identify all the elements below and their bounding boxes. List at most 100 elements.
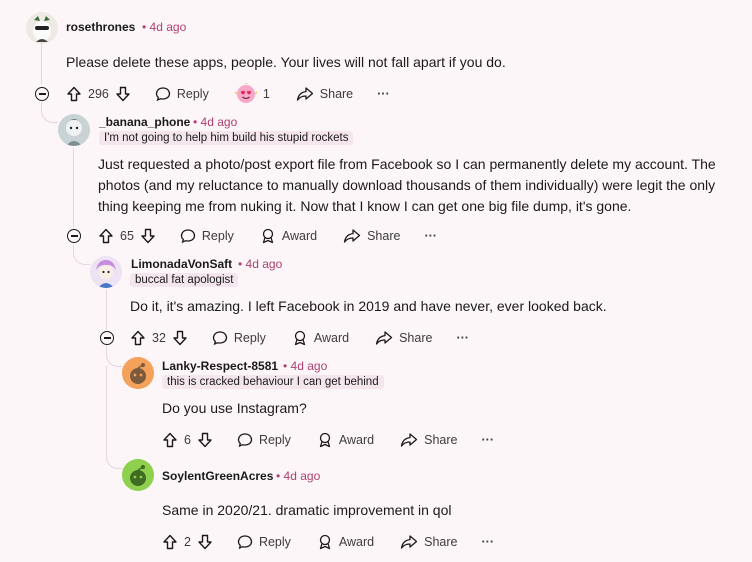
- share-button[interactable]: Share: [296, 86, 353, 102]
- comment-author[interactable]: rosethrones: [66, 20, 135, 34]
- avatar[interactable]: [122, 459, 154, 491]
- reply-label: Reply: [258, 535, 291, 549]
- award-label: Award: [281, 229, 318, 243]
- comment-actions: 32 Reply Award Share ···: [130, 327, 469, 349]
- thread-connector: [73, 244, 90, 265]
- award-button[interactable]: Award: [260, 228, 317, 244]
- collapse-button[interactable]: [100, 331, 114, 345]
- thread-connector: [41, 102, 58, 123]
- share-label: Share: [399, 331, 433, 345]
- share-label: Share: [367, 229, 401, 243]
- reply-button[interactable]: Reply: [237, 534, 291, 550]
- share-button[interactable]: Share: [400, 432, 458, 448]
- reply-icon: [237, 433, 253, 448]
- share-label: Share: [424, 433, 458, 447]
- share-icon: [375, 331, 393, 345]
- comment-actions: 6 Reply Award Share ···: [162, 429, 494, 451]
- share-icon: [343, 229, 361, 243]
- downvote-icon[interactable]: [197, 432, 213, 448]
- comment-author[interactable]: SoylentGreenAcres: [162, 469, 273, 483]
- comment-body: Please delete these apps, people. Your l…: [66, 54, 506, 70]
- share-button[interactable]: Share: [343, 228, 400, 244]
- avatar[interactable]: [26, 12, 58, 44]
- user-flair: I'm not going to help him build his stup…: [99, 131, 354, 145]
- comment-author[interactable]: _banana_phone: [99, 115, 190, 129]
- reply-label: Reply: [176, 87, 209, 101]
- more-options-icon[interactable]: ···: [482, 535, 495, 549]
- upvote-icon[interactable]: [66, 86, 82, 102]
- comment-body: Just requested a photo/post export file …: [98, 156, 716, 214]
- heart-eyes-award-icon: [234, 83, 257, 103]
- share-label: Share: [424, 535, 458, 549]
- award-icon: [262, 228, 274, 244]
- reply-button[interactable]: Reply: [155, 86, 209, 102]
- vote-count: 65: [120, 229, 134, 243]
- vote-group: 65: [98, 228, 156, 244]
- share-button[interactable]: Share: [375, 330, 432, 346]
- downvote-icon[interactable]: [172, 330, 188, 346]
- thread-line: [73, 148, 74, 228]
- avatar[interactable]: [58, 114, 90, 146]
- reply-icon: [155, 87, 171, 102]
- comment-timestamp: • 4d ago: [276, 469, 321, 483]
- vote-group: 6: [162, 432, 213, 448]
- more-options-icon[interactable]: ···: [377, 87, 390, 101]
- vote-count: 32: [152, 331, 166, 345]
- user-flair: this is cracked behaviour I can get behi…: [162, 375, 384, 389]
- share-icon: [400, 433, 418, 447]
- vote-count: 296: [88, 87, 109, 101]
- award-button[interactable]: 1: [234, 83, 270, 105]
- comment-timestamp: • 4d ago: [193, 115, 238, 129]
- downvote-icon[interactable]: [115, 86, 131, 102]
- reply-label: Reply: [233, 331, 266, 345]
- thread-line: [41, 44, 42, 84]
- reply-button[interactable]: Reply: [237, 432, 291, 448]
- comment-body: Same in 2020/21. dramatic improvement in…: [162, 502, 452, 518]
- downvote-icon[interactable]: [140, 228, 156, 244]
- user-flair: buccal fat apologist: [130, 273, 239, 287]
- vote-group: 2: [162, 534, 213, 550]
- reply-icon: [237, 535, 253, 550]
- upvote-icon[interactable]: [162, 534, 178, 550]
- award-button[interactable]: Award: [317, 432, 374, 448]
- comment-body: Do you use Instagram?: [162, 400, 307, 416]
- thread-connector: [106, 346, 123, 367]
- award-label: Award: [338, 433, 375, 447]
- comment-author[interactable]: LimonadaVonSaft: [131, 257, 232, 271]
- reply-button[interactable]: Reply: [212, 330, 266, 346]
- share-icon: [400, 535, 418, 549]
- upvote-icon[interactable]: [98, 228, 114, 244]
- avatar[interactable]: [90, 256, 122, 288]
- more-options-icon[interactable]: ···: [482, 433, 495, 447]
- comment-body: Do it, it's amazing. I left Facebook in …: [130, 298, 607, 314]
- upvote-icon[interactable]: [130, 330, 146, 346]
- award-count: 1: [262, 87, 270, 101]
- thread-connector: [106, 366, 123, 469]
- award-icon: [319, 534, 331, 550]
- avatar[interactable]: [122, 357, 154, 389]
- share-label: Share: [319, 87, 354, 101]
- upvote-icon[interactable]: [162, 432, 178, 448]
- award-label: Award: [313, 331, 350, 345]
- award-button[interactable]: Award: [292, 330, 349, 346]
- comment-author[interactable]: Lanky-Respect-8581: [162, 359, 278, 373]
- award-icon: [319, 432, 331, 448]
- vote-count: 2: [184, 535, 191, 549]
- award-icon: [294, 330, 306, 346]
- collapse-button[interactable]: [35, 87, 49, 101]
- share-icon: [296, 87, 313, 101]
- comment-actions: 2 Reply Award Share ···: [162, 531, 494, 553]
- award-label: Award: [338, 535, 375, 549]
- comment-timestamp: • 4d ago: [142, 20, 187, 34]
- downvote-icon[interactable]: [197, 534, 213, 550]
- vote-group: 296: [66, 86, 131, 102]
- reply-icon: [180, 229, 196, 244]
- more-options-icon[interactable]: ···: [424, 229, 437, 243]
- comment-actions: 296 Reply 1 Share ···: [66, 83, 390, 105]
- vote-group: 32: [130, 330, 188, 346]
- reply-button[interactable]: Reply: [180, 228, 234, 244]
- more-options-icon[interactable]: ···: [456, 331, 469, 345]
- award-button[interactable]: Award: [317, 534, 374, 550]
- share-button[interactable]: Share: [400, 534, 458, 550]
- collapse-button[interactable]: [67, 229, 81, 243]
